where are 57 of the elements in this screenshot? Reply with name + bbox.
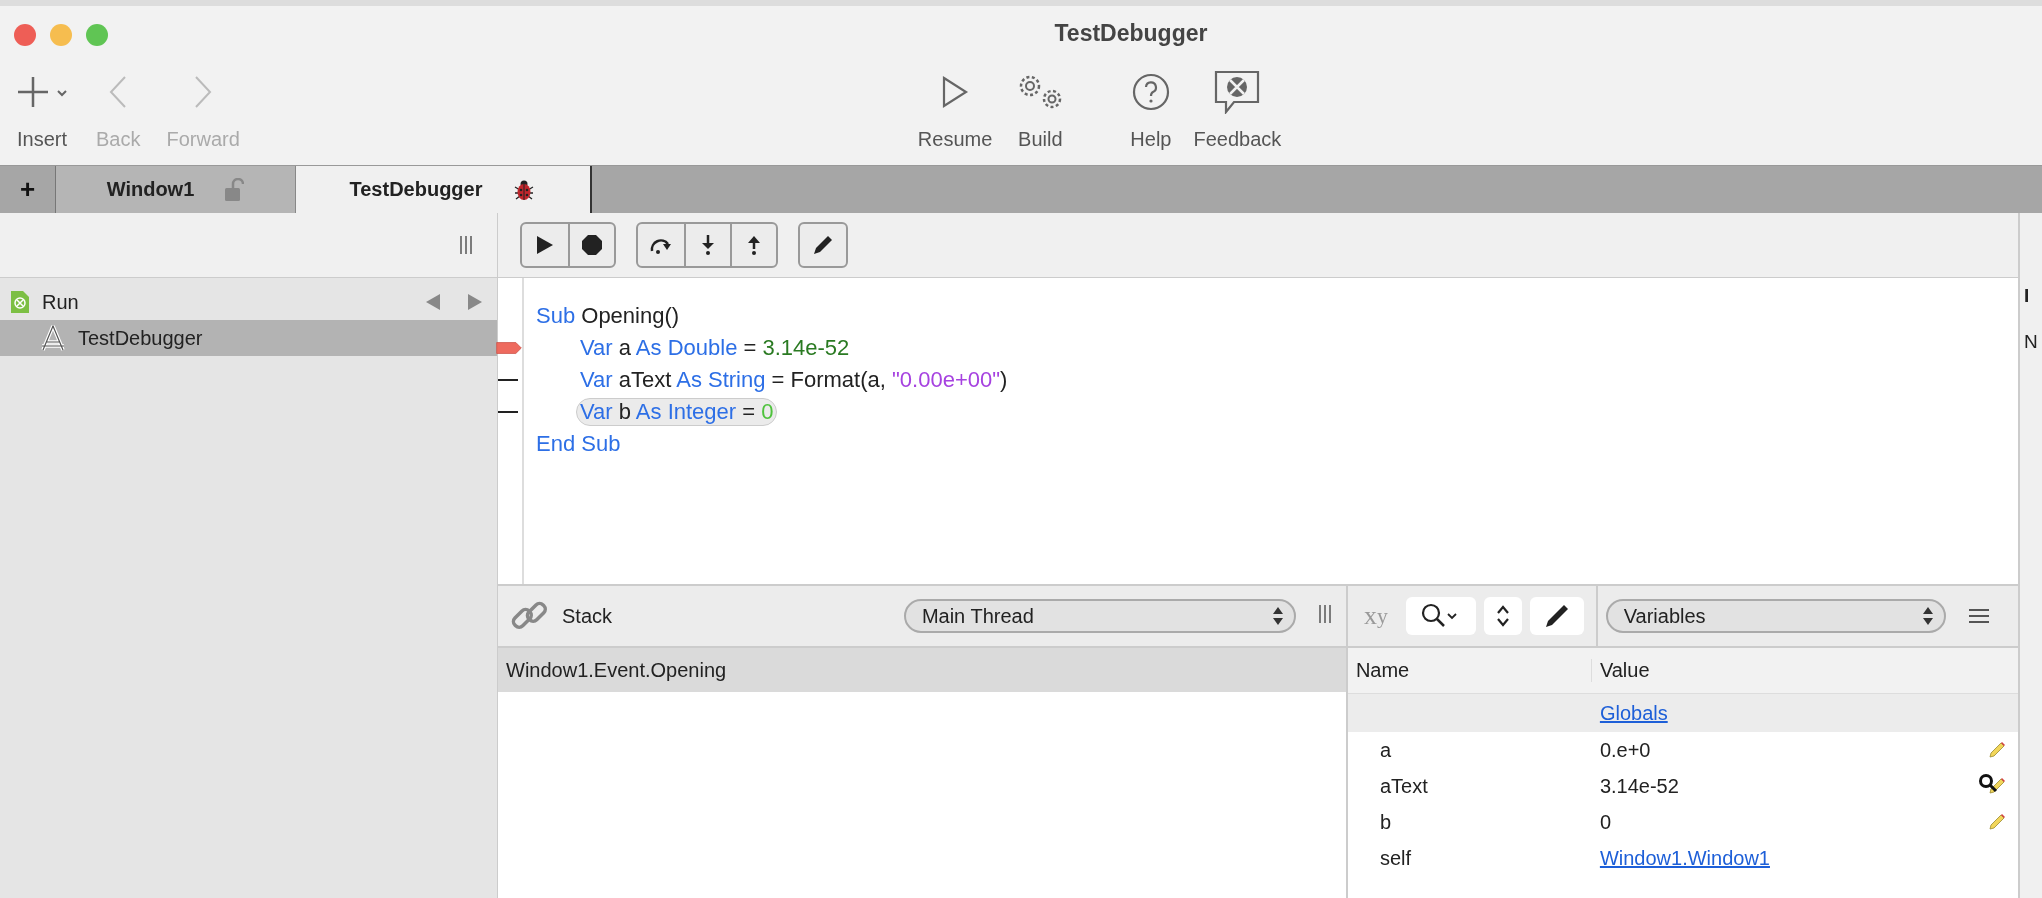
code-line: Var aText As String = Format(a, "0.00e+00") (579, 366, 1009, 394)
build-button[interactable]: Build (1014, 70, 1067, 151)
resume-button[interactable]: Resume (917, 70, 993, 151)
column-header[interactable]: Name (1347, 659, 1592, 682)
down-arrow-icon (700, 234, 716, 256)
panel-text: I (2024, 285, 2031, 307)
code-line: Sub Opening() (535, 302, 681, 330)
magnifier-icon[interactable] (1978, 773, 1998, 793)
app-icon (40, 325, 66, 351)
stack-frame[interactable]: Window1.Event.Opening (498, 648, 1346, 692)
variable-name: aText (1379, 774, 1428, 797)
play-icon (536, 235, 554, 255)
octagon-icon (581, 234, 603, 256)
window-title: TestDebugger (1053, 20, 1208, 47)
sidebar-item[interactable]: Run (0, 284, 425, 320)
feedback-button[interactable]: Feedback (1193, 70, 1282, 151)
stack-label: Stack (562, 604, 613, 628)
up-arrow-icon (746, 234, 762, 256)
document-icon (10, 290, 30, 314)
edit-button[interactable] (1529, 597, 1584, 635)
stepper-button[interactable] (1483, 597, 1522, 635)
value-link[interactable]: Window1.Window1 (1599, 846, 1770, 869)
search-button[interactable] (1405, 597, 1476, 635)
up-down-arrows-icon (1921, 606, 1934, 626)
insert-button[interactable]: Insert (14, 70, 70, 151)
tab[interactable]: TestDebugger (296, 166, 592, 213)
pencil-icon[interactable] (1988, 777, 2006, 795)
variable-value: 0.e+0 (1599, 738, 1651, 761)
code-line: Var b As Integer = 0 (576, 398, 778, 426)
panel-text: N (2024, 331, 2039, 353)
up-down-arrows-icon (1271, 606, 1284, 626)
menu-icon[interactable] (1967, 608, 1990, 624)
close-button[interactable] (14, 24, 36, 46)
variable-value: 0 (1599, 810, 1611, 833)
tab[interactable]: Window1 (56, 166, 296, 213)
variable-value: 3.14e-52 (1599, 774, 1679, 797)
breakpoint-slot-marker[interactable] (498, 378, 518, 382)
help-button[interactable]: Help (1130, 70, 1172, 151)
column-header[interactable]: Value (1591, 659, 1650, 682)
speech-bubble-icon (1214, 70, 1261, 114)
triangle-left-icon[interactable] (425, 293, 441, 311)
drag-handle-icon[interactable] (1317, 604, 1332, 624)
breakpoint-slot-marker[interactable] (498, 410, 518, 414)
padlock-icon (224, 177, 245, 202)
value-link[interactable]: Globals (1599, 701, 1668, 724)
chevrons-icon (1495, 604, 1510, 628)
drag-handle-icon[interactable] (459, 235, 473, 255)
sidebar-item[interactable]: TestDebugger (0, 320, 497, 356)
variable-name: b (1379, 810, 1391, 833)
thread-select[interactable]: Main Thread (903, 599, 1296, 633)
code-line: Var a As Double = 3.14e-52 (579, 334, 851, 362)
code-line: End Sub (535, 430, 622, 458)
variable-name: self (1379, 846, 1411, 869)
scope-select[interactable]: Variables (1605, 599, 1946, 633)
pencil-icon (811, 233, 835, 257)
variable-name: a (1379, 738, 1391, 761)
triangle-right-icon[interactable] (467, 293, 483, 311)
